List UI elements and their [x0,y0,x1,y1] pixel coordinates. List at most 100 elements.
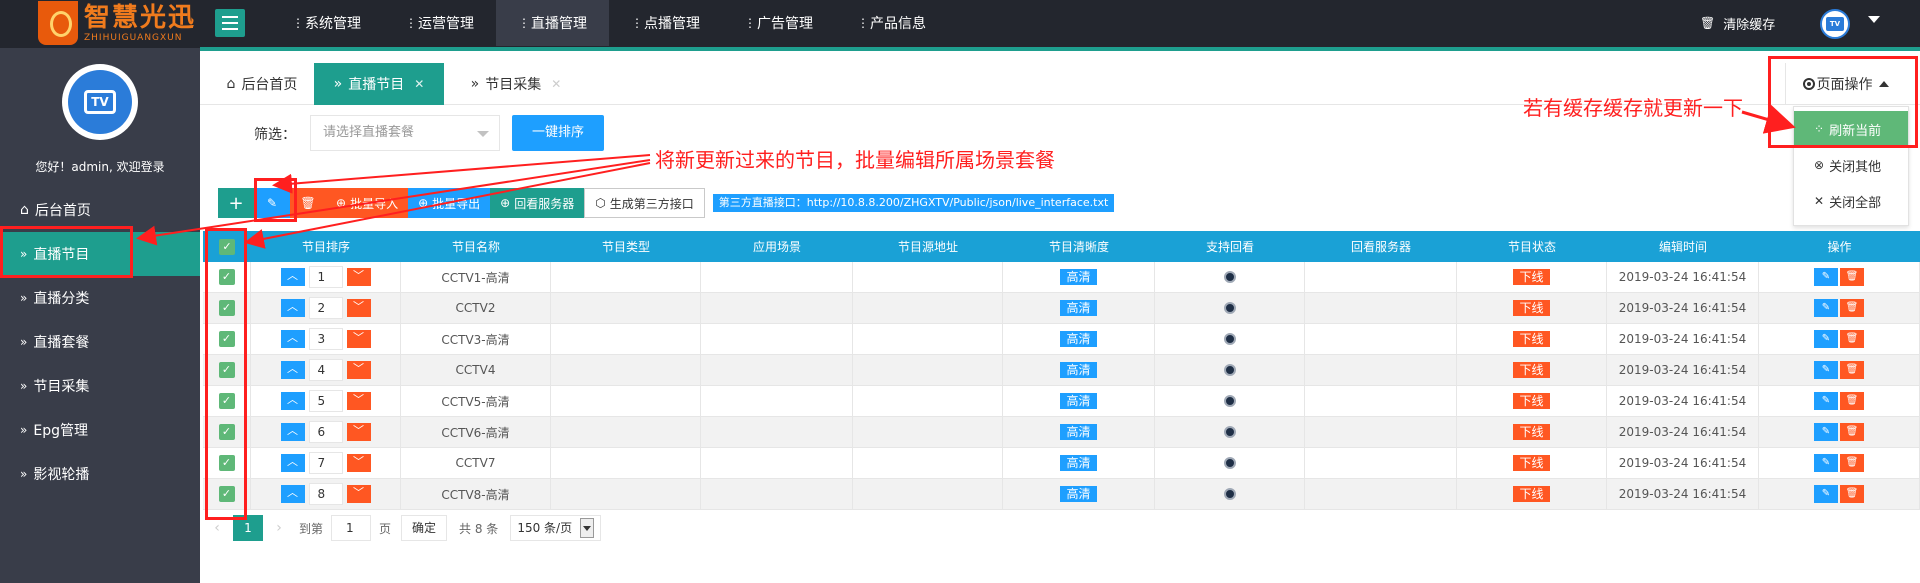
move-down-button[interactable]: ﹀ [346,268,371,286]
delete-row-button[interactable]: 🗑 [1840,454,1864,472]
column-header: 节目类型 [601,240,650,254]
batch-import-button[interactable]: ⊕ 批量导入 [326,188,409,218]
tab-live-programs[interactable]: » 直播节目 ✕ [314,63,444,105]
move-down-button[interactable]: ﹀ [346,454,371,472]
delete-row-button[interactable]: 🗑 [1840,361,1864,379]
move-down-button[interactable]: ﹀ [346,330,371,348]
move-down-button[interactable]: ﹀ [346,392,371,410]
status-badge[interactable]: 下线 [1513,362,1550,378]
one-click-sort-button[interactable]: 一键排序 [512,115,604,151]
edit-row-button[interactable]: ✎ [1814,423,1838,441]
menu-toggle-button[interactable] [215,9,245,37]
next-page-icon[interactable]: › [267,520,291,536]
order-input[interactable]: 4 [308,359,343,381]
move-down-button[interactable]: ﹀ [346,299,371,317]
playback-radio-icon[interactable] [1223,364,1236,376]
nav-item-1[interactable]: ⋮ 运营管理 [383,0,496,46]
edit-row-button[interactable]: ✎ [1814,392,1838,410]
move-up-button[interactable]: ︿ [280,330,305,348]
table-cell: CCTV7 [401,448,551,478]
move-down-button[interactable]: ﹀ [346,423,371,441]
delete-row-button[interactable]: 🗑 [1840,392,1864,410]
sidebar-item-6[interactable]: » 影视轮播 [0,452,200,496]
playback-radio-icon[interactable] [1223,302,1236,314]
close-icon: ✕ [1814,194,1825,208]
clear-cache-button[interactable]: 🗑 清除缓存 [1700,0,1775,46]
order-input[interactable]: 5 [308,390,343,412]
status-badge[interactable]: 下线 [1513,424,1550,440]
move-up-button[interactable]: ︿ [280,423,305,441]
order-input[interactable]: 1 [308,266,343,288]
move-up-button[interactable]: ︿ [280,392,305,410]
package-select[interactable]: 请选择直播套餐 [310,115,500,151]
page-input[interactable]: 1 [331,515,372,541]
sidebar-item-3[interactable]: » 直播套餐 [0,320,200,364]
edit-row-button[interactable]: ✎ [1814,361,1838,379]
playback-radio-icon[interactable] [1223,488,1236,500]
tab-home[interactable]: ⌂ 后台首页 [214,63,310,105]
delete-row-button[interactable]: 🗑 [1840,423,1864,441]
nav-item-label: 运营管理 [418,16,474,32]
edit-row-button[interactable]: ✎ [1814,299,1838,317]
move-up-button[interactable]: ︿ [280,268,305,286]
edit-row-button[interactable]: ✎ [1814,485,1838,503]
program-name: CCTV3-高清 [441,332,510,347]
delete-row-button[interactable]: 🗑 [1840,299,1864,317]
edit-row-button[interactable]: ✎ [1814,268,1838,286]
move-down-button[interactable]: ﹀ [346,361,371,379]
user-avatar[interactable]: TV [1820,9,1850,39]
playback-radio-icon[interactable] [1223,271,1236,283]
edit-time: 2019-03-24 16:41:54 [1618,301,1747,315]
nav-item-0[interactable]: ⋮ 系统管理 [270,0,383,46]
edit-row-button[interactable]: ✎ [1814,330,1838,348]
playback-server-button[interactable]: ⊕ 回看服务器 [490,188,585,218]
table-cell: ︿ 4 ﹀ [251,355,401,385]
close-others-item[interactable]: ⊗ 关闭其他 [1794,147,1908,183]
table-cell: 下线 [1457,417,1607,447]
prev-page-icon[interactable]: ‹ [205,520,229,536]
status-badge[interactable]: 下线 [1513,486,1550,502]
playback-radio-icon[interactable] [1223,426,1236,438]
delete-row-button[interactable]: 🗑 [1840,485,1864,503]
page-size-select[interactable]: 150 条/页 [510,515,602,541]
order-input[interactable]: 3 [308,328,343,350]
order-input[interactable]: 8 [308,483,343,505]
close-icon[interactable]: ✕ [414,77,424,91]
edit-row-button[interactable]: ✎ [1814,454,1838,472]
confirm-button[interactable]: 确定 [401,515,448,541]
status-badge[interactable]: 下线 [1513,331,1550,347]
nav-item-3[interactable]: ⋮ 点播管理 [609,0,722,46]
generate-interface-button[interactable]: ⬡ 生成第三方接口 [584,188,705,218]
close-icon[interactable]: ✕ [551,77,561,91]
order-input[interactable]: 7 [308,452,343,474]
sidebar-item-5[interactable]: » Epg管理 [0,408,200,452]
batch-export-button[interactable]: ⊕ 批量导出 [408,188,491,218]
status-badge[interactable]: 下线 [1513,300,1550,316]
playback-radio-icon[interactable] [1223,457,1236,469]
status-badge[interactable]: 下线 [1513,455,1550,471]
status-badge[interactable]: 下线 [1513,269,1550,285]
order-input[interactable]: 6 [308,421,343,443]
column-header: 节目源地址 [897,240,958,254]
status-badge[interactable]: 下线 [1513,393,1550,409]
move-up-button[interactable]: ︿ [280,485,305,503]
order-input[interactable]: 2 [308,297,343,319]
move-up-button[interactable]: ︿ [280,454,305,472]
move-up-button[interactable]: ︿ [280,361,305,379]
delete-row-button[interactable]: 🗑 [1840,330,1864,348]
playback-radio-icon[interactable] [1223,395,1236,407]
move-down-button[interactable]: ﹀ [346,485,371,503]
close-all-item[interactable]: ✕ 关闭全部 [1794,183,1908,219]
nav-item-5[interactable]: ⋮ 产品信息 [835,0,948,46]
delete-row-button[interactable]: 🗑 [1840,268,1864,286]
playback-radio-icon[interactable] [1223,333,1236,345]
table-cell: ︿ 6 ﹀ [251,417,401,447]
nav-item-2[interactable]: ⋮ 直播管理 [496,0,609,46]
sidebar-item-4[interactable]: » 节目采集 [0,364,200,408]
caret-down-icon[interactable] [1868,16,1880,23]
sidebar-item-2[interactable]: » 直播分类 [0,276,200,320]
tab-program-collection[interactable]: » 节目采集 ✕ [456,63,576,105]
add-button[interactable]: + [218,188,254,218]
nav-item-4[interactable]: ⋮ 广告管理 [722,0,835,46]
move-up-button[interactable]: ︿ [280,299,305,317]
